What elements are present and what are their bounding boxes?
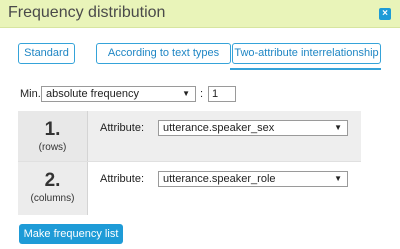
- row-header: 2. (columns): [18, 162, 88, 215]
- min-label: Min.: [20, 88, 41, 100]
- column-attribute-value: utterance.speaker_role: [163, 173, 276, 185]
- chevron-down-icon: ▼: [334, 123, 342, 132]
- row-number: 2.: [44, 170, 61, 191]
- attributes-table: 1. (rows) Attribute: utterance.speaker_s…: [18, 111, 361, 215]
- frequency-type-select[interactable]: absolute frequency ▼: [41, 86, 196, 102]
- min-frequency-input[interactable]: 1: [208, 86, 236, 102]
- chevron-down-icon: ▼: [334, 174, 342, 183]
- chevron-down-icon: ▼: [182, 89, 190, 98]
- tab-two-attribute-interrelationship[interactable]: Two-attribute interrelationship: [232, 43, 381, 64]
- tab-according-to-text-types[interactable]: According to text types: [96, 43, 231, 64]
- column-attribute-select[interactable]: utterance.speaker_role ▼: [158, 171, 348, 187]
- attribute-label: Attribute:: [100, 122, 145, 134]
- min-separator: :: [200, 88, 204, 100]
- table-row: 1. (rows) Attribute: utterance.speaker_s…: [18, 111, 361, 161]
- make-frequency-list-button[interactable]: Make frequency list: [19, 224, 123, 244]
- row-caption: (rows): [38, 142, 67, 153]
- row-attribute-value: utterance.speaker_sex: [163, 122, 275, 134]
- row-caption: (columns): [30, 193, 75, 204]
- window-title: Frequency distribution: [8, 4, 166, 21]
- tab-standard[interactable]: Standard: [18, 43, 75, 64]
- table-row: 2. (columns) Attribute: utterance.speake…: [18, 161, 361, 215]
- window-titlebar: Frequency distribution ×: [0, 0, 400, 28]
- active-tab-indicator: [230, 68, 381, 70]
- close-icon[interactable]: ×: [379, 8, 391, 20]
- frequency-type-value: absolute frequency: [46, 88, 139, 100]
- row-attribute-select[interactable]: utterance.speaker_sex ▼: [158, 120, 348, 136]
- row-number: 1.: [44, 119, 61, 140]
- row-header: 1. (rows): [18, 111, 88, 161]
- attribute-label: Attribute:: [100, 173, 145, 185]
